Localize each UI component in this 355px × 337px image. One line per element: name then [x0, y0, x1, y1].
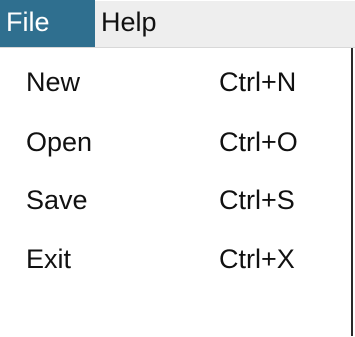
menu-help[interactable]: Help — [95, 0, 163, 47]
menu-item-shortcut: Ctrl+O — [219, 127, 298, 157]
menu-item-label: Open — [26, 127, 93, 157]
menu-bar: File Help — [0, 0, 355, 47]
menu-item-shortcut: Ctrl+S — [219, 185, 295, 215]
menu-item-shortcut: Ctrl+X — [219, 244, 295, 274]
menu-file[interactable]: File — [0, 0, 95, 47]
menu-item-new[interactable]: New Ctrl+N — [0, 53, 351, 111]
menu-item-save[interactable]: Save Ctrl+S — [0, 171, 351, 229]
menu-item-label: Save — [26, 185, 88, 215]
menu-item-shortcut: Ctrl+N — [219, 67, 297, 97]
menu-item-label: New — [26, 67, 81, 97]
application-window: File Help New Ctrl+N Open Ctrl+O Save Ct… — [0, 0, 355, 337]
menu-item-open[interactable]: Open Ctrl+O — [0, 113, 351, 171]
menu-item-label: Exit — [26, 244, 72, 274]
menu-item-exit[interactable]: Exit Ctrl+X — [0, 230, 351, 288]
